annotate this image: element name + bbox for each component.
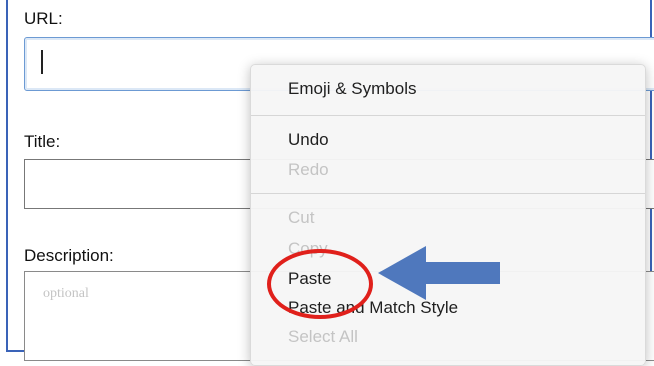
left-arrow-icon <box>378 246 426 300</box>
menu-item-undo[interactable]: Undo <box>288 130 329 150</box>
description-label: Description: <box>24 246 114 265</box>
menu-separator <box>251 193 645 194</box>
url-label: URL: <box>24 9 63 28</box>
left-arrow-shaft <box>425 262 500 284</box>
menu-item-select-all: Select All <box>288 327 358 346</box>
title-label: Title: <box>24 132 61 151</box>
menu-item-redo: Redo <box>288 160 329 179</box>
context-menu: Emoji & Symbols Undo Redo Cut Copy Paste… <box>250 64 646 366</box>
menu-separator <box>251 115 645 116</box>
menu-item-cut: Cut <box>288 208 315 227</box>
red-circle-highlight <box>267 249 373 319</box>
text-caret <box>41 50 43 74</box>
description-placeholder: optional <box>43 286 89 301</box>
menu-item-emoji-symbols[interactable]: Emoji & Symbols <box>288 79 416 99</box>
